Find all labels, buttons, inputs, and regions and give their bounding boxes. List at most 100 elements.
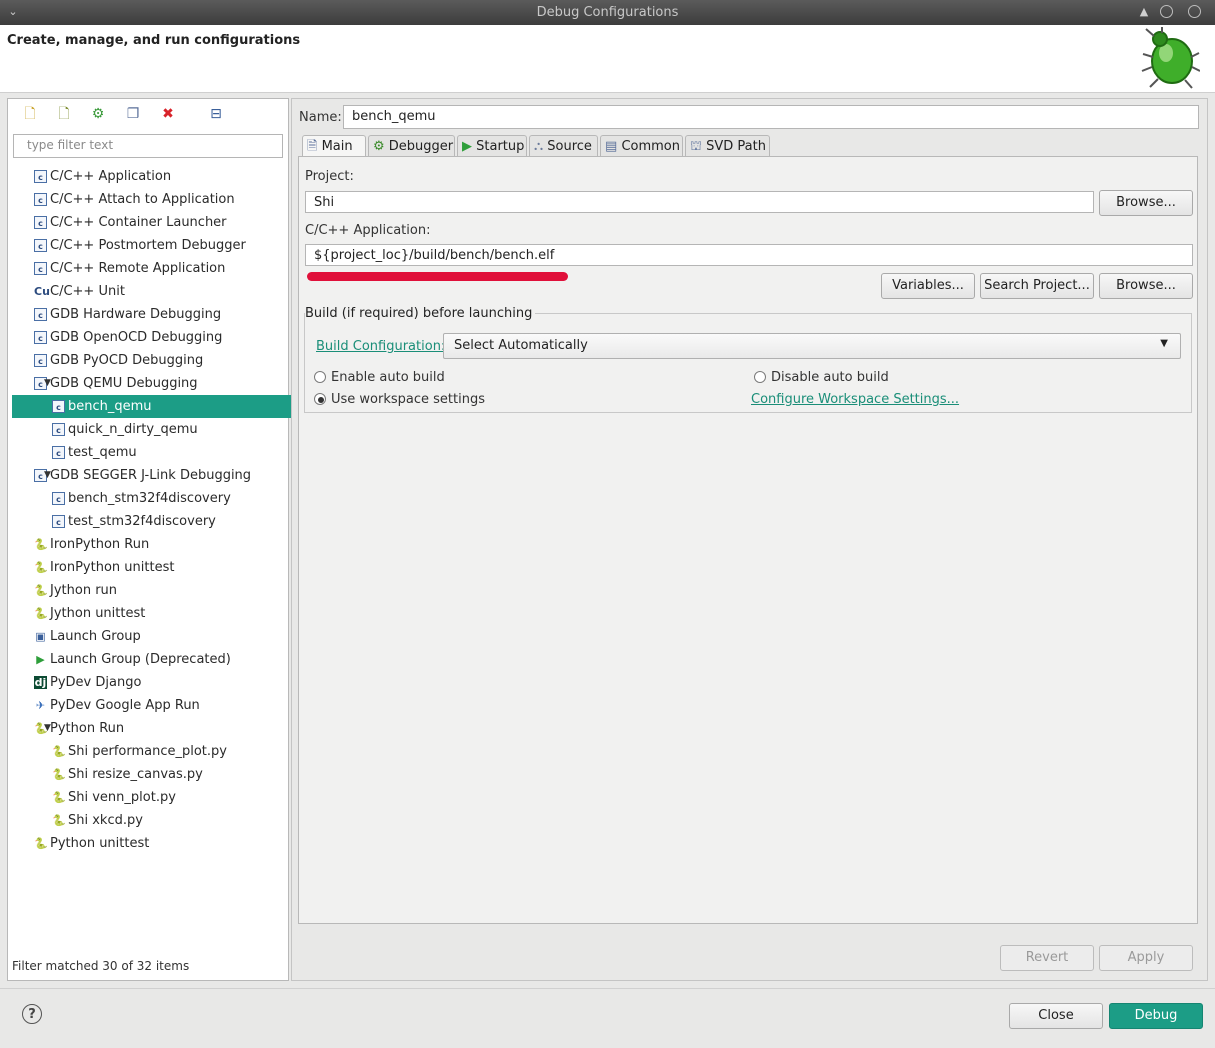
- configuration-editor-panel: Name: bench_qemu 🗎 Main ⚙ Debugger ▶ Sta…: [291, 98, 1208, 981]
- tree-item-label: Jython run: [50, 583, 118, 598]
- tree-item[interactable]: c GDB PyOCD Debugging: [34, 349, 203, 372]
- build-configuration-link[interactable]: Build Configuration:: [316, 339, 445, 354]
- tree-item[interactable]: ▣ Launch Group: [34, 625, 141, 648]
- tree-item[interactable]: c GDB OpenOCD Debugging: [34, 326, 222, 349]
- tab-common[interactable]: ▤ Common: [600, 135, 683, 157]
- tree-item[interactable]: c bench_stm32f4discovery: [52, 487, 231, 510]
- application-browse-button[interactable]: Browse...: [1099, 273, 1193, 299]
- tab-startup[interactable]: ▶ Startup: [457, 135, 527, 157]
- tree-item[interactable]: 🐍 Shi venn_plot.py: [52, 786, 176, 809]
- revert-button[interactable]: Revert: [1000, 945, 1094, 971]
- tab-source[interactable]: ⛬ Source: [529, 135, 598, 157]
- tree-item-label: Shi venn_plot.py: [68, 790, 176, 805]
- c-app-icon: c: [52, 492, 65, 505]
- tree-item[interactable]: 🐍 Python unittest: [34, 832, 149, 855]
- tree-item[interactable]: c C/C++ Postmortem Debugger: [34, 234, 246, 257]
- help-icon[interactable]: ?: [22, 1004, 42, 1024]
- search-project-button[interactable]: Search Project...: [980, 273, 1094, 299]
- c-app-icon: c: [52, 515, 65, 528]
- duplicate-icon[interactable]: ❐: [125, 106, 141, 122]
- tree-item-label: C/C++ Application: [50, 169, 172, 184]
- c-app-icon: c: [34, 239, 47, 252]
- name-field[interactable]: bench_qemu: [343, 105, 1199, 129]
- tree-item-label: Shi performance_plot.py: [68, 744, 227, 759]
- tree-item[interactable]: c bench_qemu: [12, 395, 324, 418]
- apply-button[interactable]: Apply: [1099, 945, 1193, 971]
- tree-item[interactable]: 🐍 IronPython unittest: [34, 556, 174, 579]
- tree-item[interactable]: c test_stm32f4discovery: [52, 510, 216, 533]
- tree-item[interactable]: c C/C++ Application: [34, 165, 171, 188]
- window-menu-icon[interactable]: ⌄: [6, 5, 20, 19]
- tree-item[interactable]: c C/C++ Remote Application: [34, 257, 225, 280]
- tree-item[interactable]: c C/C++ Attach to Application: [34, 188, 235, 211]
- c-app-icon: c: [52, 400, 65, 413]
- tree-item[interactable]: CuC/C++ Unit: [34, 280, 125, 303]
- tree-item[interactable]: c GDB Hardware Debugging: [34, 303, 221, 326]
- python-unittest-icon: 🐍: [34, 837, 48, 850]
- new-configuration-icon[interactable]: 🗋: [22, 106, 38, 122]
- expand-toggle-icon[interactable]: ▼: [44, 717, 54, 740]
- collapse-all-icon[interactable]: ⊟: [208, 106, 224, 122]
- tree-item[interactable]: 🐍 Jython unittest: [34, 602, 145, 625]
- enable-auto-build-label: Enable auto build: [331, 370, 445, 385]
- c-app-icon: c: [34, 308, 47, 321]
- expand-toggle-icon[interactable]: ▼: [44, 464, 54, 487]
- application-label: C/C++ Application:: [305, 223, 431, 238]
- close-button[interactable]: Close: [1009, 1003, 1103, 1029]
- google-app-icon: ✈: [35, 699, 46, 712]
- expand-toggle-icon[interactable]: ▼: [44, 372, 54, 395]
- variables-button[interactable]: Variables...: [881, 273, 975, 299]
- tree-item-label: C/C++ Container Launcher: [50, 215, 227, 230]
- tab-svd-path[interactable]: ⛫ SVD Path: [685, 135, 770, 157]
- tree-item[interactable]: ▼ 🐍 Python Run: [34, 717, 124, 740]
- new-prototype-icon[interactable]: 🗋: [56, 106, 72, 122]
- tree-item-label: Shi resize_canvas.py: [68, 767, 203, 782]
- tab-main[interactable]: 🗎 Main: [302, 135, 366, 158]
- c-app-icon: c: [52, 446, 65, 459]
- debug-button[interactable]: Debug: [1109, 1003, 1203, 1029]
- minimize-icon[interactable]: [1160, 5, 1173, 18]
- window-title: Debug Configurations: [536, 5, 679, 20]
- tree-item-label: test_stm32f4discovery: [68, 514, 216, 529]
- tree-item[interactable]: c C/C++ Container Launcher: [34, 211, 227, 234]
- build-configuration-combo[interactable]: Select Automatically ▼: [443, 333, 1181, 359]
- tree-item-label: C/C++ Unit: [50, 284, 125, 299]
- tree-item-label: test_qemu: [68, 445, 137, 460]
- tree-item-label: Launch Group (Deprecated): [50, 652, 231, 667]
- jython-unittest-icon: 🐍: [34, 607, 48, 620]
- tree-item[interactable]: 🐍 Shi resize_canvas.py: [52, 763, 203, 786]
- filter-input[interactable]: type filter text: [13, 134, 283, 158]
- maximize-icon[interactable]: [1188, 5, 1201, 18]
- configure-workspace-settings-link[interactable]: Configure Workspace Settings...: [751, 392, 959, 407]
- delete-icon[interactable]: ✖: [160, 106, 176, 122]
- python-icon: 🐍: [52, 768, 66, 781]
- filter-status: Filter matched 30 of 32 items: [12, 959, 190, 973]
- application-field[interactable]: ${project_loc}/build/bench/bench.elf: [305, 244, 1193, 266]
- footer-separator: [0, 988, 1215, 989]
- tree-item[interactable]: 🐍 Shi performance_plot.py: [52, 740, 227, 763]
- enable-auto-build-radio[interactable]: [314, 371, 326, 383]
- tree-item[interactable]: ▼ c GDB QEMU Debugging: [34, 372, 198, 395]
- tree-item[interactable]: 🐍 Jython run: [34, 579, 117, 602]
- tree-item[interactable]: c quick_n_dirty_qemu: [52, 418, 198, 441]
- python-icon: 🐍: [52, 814, 66, 827]
- tree-item[interactable]: 🐍 Shi xkcd.py: [52, 809, 143, 832]
- use-workspace-settings-radio[interactable]: [314, 393, 326, 405]
- tree-item-label: GDB PyOCD Debugging: [50, 353, 204, 368]
- tree-item[interactable]: ✈ PyDev Google App Run: [34, 694, 200, 717]
- tree-item[interactable]: 🐍 IronPython Run: [34, 533, 149, 556]
- use-workspace-settings-label: Use workspace settings: [331, 392, 485, 407]
- tree-item-label: Python Run: [50, 721, 125, 736]
- tree-item-label: bench_stm32f4discovery: [68, 491, 231, 506]
- tree-item[interactable]: dj PyDev Django: [34, 671, 141, 694]
- build-configuration-value: Select Automatically: [454, 338, 588, 353]
- disable-auto-build-radio[interactable]: [754, 371, 766, 383]
- tree-item[interactable]: c test_qemu: [52, 441, 137, 464]
- project-field[interactable]: Shi: [305, 191, 1094, 213]
- export-icon[interactable]: ⚙: [90, 106, 106, 122]
- keep-above-icon[interactable]: ▲: [1137, 5, 1151, 19]
- project-browse-button[interactable]: Browse...: [1099, 190, 1193, 216]
- tree-item[interactable]: ▼ c GDB SEGGER J-Link Debugging: [34, 464, 251, 487]
- tree-item[interactable]: ▶ Launch Group (Deprecated): [34, 648, 231, 671]
- tab-debugger[interactable]: ⚙ Debugger: [368, 135, 455, 157]
